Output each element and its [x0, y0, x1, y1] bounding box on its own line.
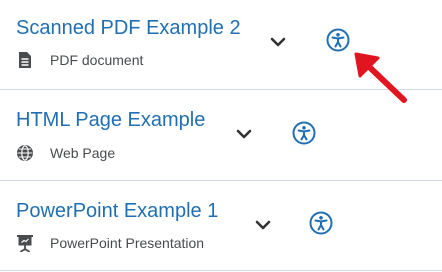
item-type-row: PDF document [16, 51, 143, 69]
accessibility-icon[interactable] [292, 121, 316, 145]
item-type-row: Web Page [16, 144, 115, 162]
item-title-link[interactable]: PowerPoint Example 1 [16, 199, 218, 223]
item-type-row: PowerPoint Presentation [16, 234, 204, 252]
item-title-link[interactable]: Scanned PDF Example 2 [16, 16, 241, 40]
divider [0, 180, 442, 181]
accessibility-icon[interactable] [309, 211, 333, 235]
chevron-down-icon[interactable] [255, 219, 271, 231]
document-icon [16, 51, 34, 69]
divider [0, 270, 442, 271]
presentation-icon [16, 234, 34, 252]
item-title-link[interactable]: HTML Page Example [16, 108, 205, 132]
chevron-down-icon[interactable] [270, 36, 286, 48]
red-arrow-icon [350, 50, 410, 106]
accessibility-icon[interactable] [326, 28, 350, 52]
list-item: HTML Page Example Web Page [0, 108, 442, 180]
globe-icon [16, 144, 34, 162]
chevron-down-icon[interactable] [236, 128, 252, 140]
item-type-label: PowerPoint Presentation [50, 235, 205, 251]
list-item: PowerPoint Example 1 PowerPoint Presenta… [0, 199, 442, 271]
item-type-label: PDF document [50, 52, 144, 68]
item-type-label: Web Page [50, 145, 116, 161]
